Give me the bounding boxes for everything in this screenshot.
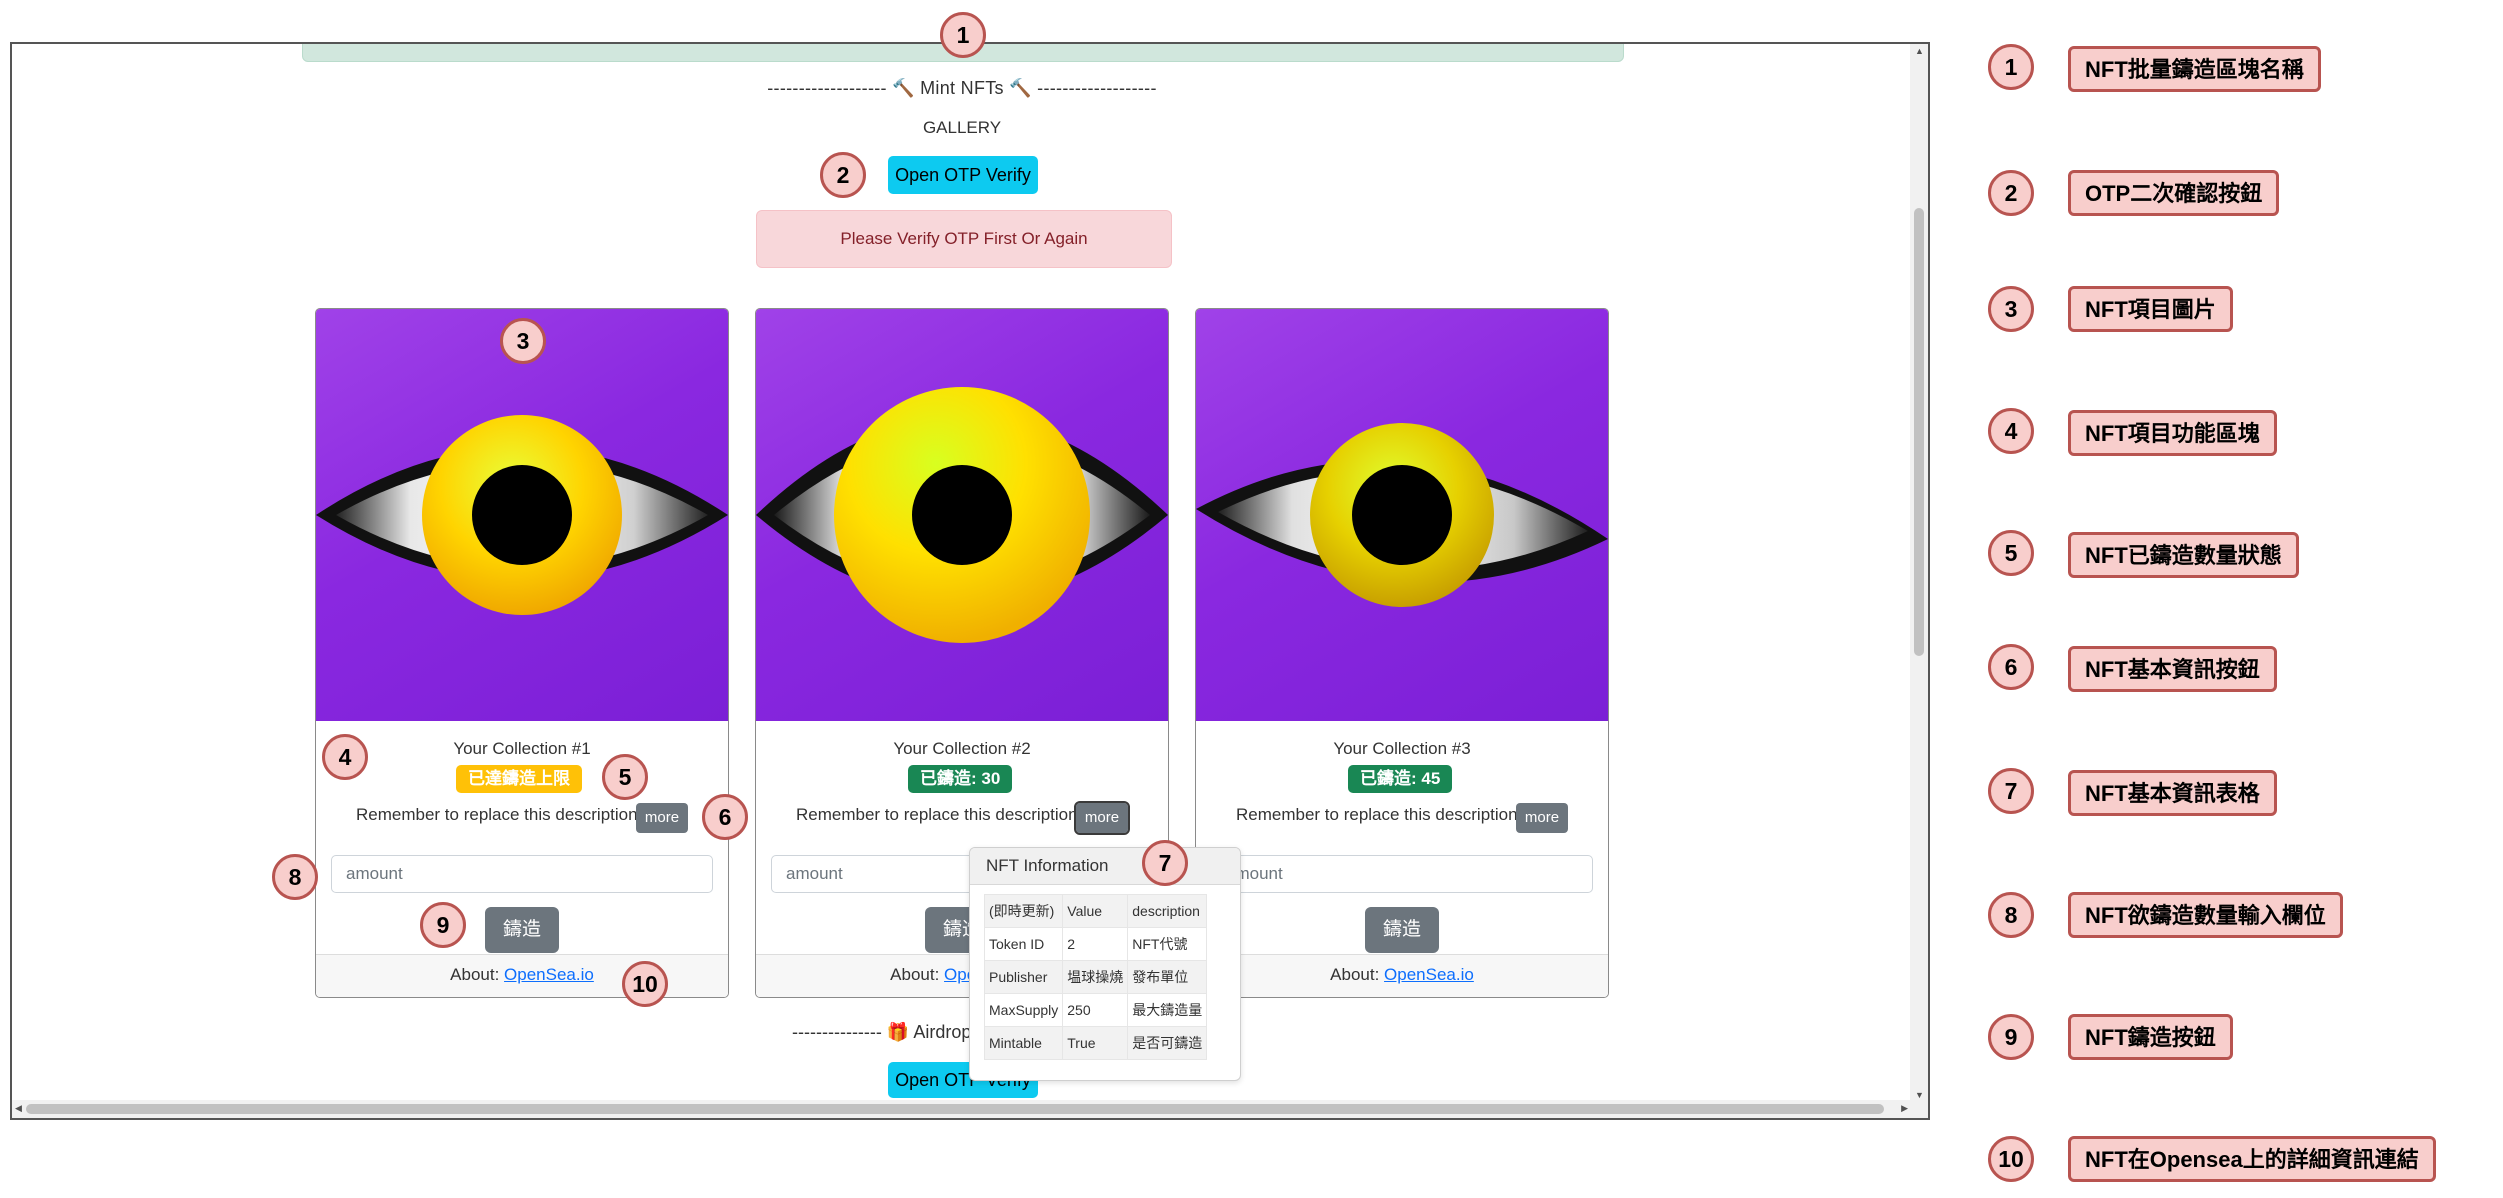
collection-description: Remember to replace this description bbox=[796, 805, 1078, 824]
card-footer: About: OpenSea.io bbox=[1196, 954, 1608, 997]
table-cell: Token ID bbox=[983, 927, 1064, 961]
horizontal-scrollbar[interactable]: ◀ ▶ bbox=[12, 1100, 1928, 1118]
nft-image-2 bbox=[756, 309, 1168, 721]
annotation-marker-8: 8 bbox=[272, 854, 318, 900]
table-row: Mintable True 是否可鑄造 bbox=[983, 1026, 1208, 1060]
table-row: Token ID 2 NFT代號 bbox=[983, 927, 1208, 961]
vertical-scroll-thumb[interactable] bbox=[1914, 208, 1924, 656]
legend-number-5: 5 bbox=[1988, 530, 2034, 576]
legend-number-4: 4 bbox=[1988, 408, 2034, 454]
nft-image-3 bbox=[1196, 309, 1608, 721]
annotation-marker-10: 10 bbox=[622, 961, 668, 1007]
legend-label-7: NFT基本資訊表格 bbox=[2068, 770, 2277, 816]
legend-label-2: OTP二次確認按鈕 bbox=[2068, 170, 2280, 216]
more-info-button[interactable]: more bbox=[1074, 801, 1130, 835]
annotation-marker-1: 1 bbox=[940, 12, 986, 58]
table-cell: 250 bbox=[1062, 993, 1129, 1027]
airdrop-section-title: --------------- 🎁 Airdrop bbox=[792, 1022, 972, 1042]
mint-status-badge: 已達鑄造上限 bbox=[456, 765, 582, 793]
scroll-right-icon[interactable]: ▶ bbox=[1901, 1103, 1908, 1114]
nft-image-1 bbox=[316, 309, 728, 721]
mint-status-badge: 已鑄造: 30 bbox=[908, 765, 1013, 793]
scroll-left-icon[interactable]: ◀ bbox=[15, 1103, 22, 1114]
table-row: MaxSupply 250 最大鑄造量 bbox=[983, 993, 1208, 1027]
table-cell: True bbox=[1062, 1026, 1129, 1060]
collection-description: Remember to replace this description bbox=[356, 805, 638, 824]
about-label: About: bbox=[890, 965, 940, 984]
table-header-row: (即時更新) Value description bbox=[983, 894, 1208, 928]
annotation-marker-4: 4 bbox=[322, 734, 368, 780]
vertical-scrollbar[interactable]: ▲ ▼ bbox=[1910, 44, 1928, 1102]
legend-number-1: 1 bbox=[1988, 44, 2034, 90]
popover-title: NFT Information bbox=[970, 848, 1240, 885]
nft-info-popover: NFT Information (即時更新) Value description… bbox=[969, 847, 1241, 1081]
legend-label-3: NFT項目圖片 bbox=[2068, 286, 2233, 332]
table-cell: MaxSupply bbox=[983, 993, 1064, 1027]
table-cell: Publisher bbox=[983, 960, 1064, 994]
nft-info-table: (即時更新) Value description Token ID 2 NFT代… bbox=[983, 894, 1208, 1060]
annotation-marker-7: 7 bbox=[1142, 840, 1188, 886]
table-cell: 塭球操燒 bbox=[1062, 960, 1129, 994]
legend-number-10: 10 bbox=[1988, 1136, 2034, 1182]
legend-number-7: 7 bbox=[1988, 768, 2034, 814]
table-cell: NFT代號 bbox=[1127, 927, 1208, 961]
collection-title: Your Collection #3 bbox=[1333, 739, 1471, 758]
browser-viewport: ------------------- 🔨 Mint NFTs 🔨 ------… bbox=[10, 42, 1930, 1120]
more-info-button[interactable]: more bbox=[1516, 803, 1568, 833]
table-cell: 最大鑄造量 bbox=[1127, 993, 1208, 1027]
mint-button[interactable]: 鑄造 bbox=[1365, 907, 1439, 953]
mint-status-badge: 已鑄造: 45 bbox=[1348, 765, 1453, 793]
table-row: Publisher 塭球操燒 發布單位 bbox=[983, 960, 1208, 994]
mint-button[interactable]: 鑄造 bbox=[485, 907, 559, 953]
table-cell: Mintable bbox=[983, 1026, 1064, 1060]
open-otp-verify-button[interactable]: Open OTP Verify bbox=[888, 156, 1038, 194]
annotation-marker-6: 6 bbox=[702, 794, 748, 840]
legend-label-9: NFT鑄造按鈕 bbox=[2068, 1014, 2233, 1060]
table-header: Value bbox=[1062, 894, 1129, 928]
opensea-link[interactable]: OpenSea.io bbox=[1384, 965, 1474, 984]
about-label: About: bbox=[450, 965, 500, 984]
scroll-down-icon[interactable]: ▼ bbox=[1915, 1090, 1924, 1100]
about-label: About: bbox=[1330, 965, 1380, 984]
legend-number-8: 8 bbox=[1988, 892, 2034, 938]
legend-label-8: NFT欲鑄造數量輸入欄位 bbox=[2068, 892, 2343, 938]
collection-title: Your Collection #2 bbox=[893, 739, 1031, 758]
horizontal-scroll-thumb[interactable] bbox=[26, 1104, 1884, 1114]
annotation-marker-5: 5 bbox=[602, 754, 648, 800]
table-header: description bbox=[1127, 894, 1208, 928]
legend-label-1: NFT批量鑄造區塊名稱 bbox=[2068, 46, 2321, 92]
gallery-label: GALLERY bbox=[922, 118, 1002, 137]
legend-number-3: 3 bbox=[1988, 286, 2034, 332]
legend-label-6: NFT基本資訊按鈕 bbox=[2068, 646, 2277, 692]
table-cell: 是否可鑄造 bbox=[1127, 1026, 1208, 1060]
annotation-marker-9: 9 bbox=[420, 902, 466, 948]
legend-label-5: NFT已鑄造數量狀態 bbox=[2068, 532, 2299, 578]
nft-card-3: Your Collection #3 已鑄造: 45 Remember to r… bbox=[1195, 308, 1609, 998]
amount-input[interactable]: amount bbox=[331, 855, 713, 893]
table-header: (即時更新) bbox=[983, 894, 1064, 928]
table-cell: 發布單位 bbox=[1127, 960, 1208, 994]
legend-number-6: 6 bbox=[1988, 644, 2034, 690]
otp-warning-alert: Please Verify OTP First Or Again bbox=[756, 210, 1172, 268]
opensea-link[interactable]: OpenSea.io bbox=[504, 965, 594, 984]
scroll-up-icon[interactable]: ▲ bbox=[1915, 46, 1924, 56]
amount-input[interactable]: amount bbox=[1211, 855, 1593, 893]
collection-description: Remember to replace this description bbox=[1236, 805, 1518, 824]
legend-label-10: NFT在Opensea上的詳細資訊連結 bbox=[2068, 1136, 2436, 1182]
legend-number-9: 9 bbox=[1988, 1014, 2034, 1060]
annotation-marker-2: 2 bbox=[820, 152, 866, 198]
legend-number-2: 2 bbox=[1988, 170, 2034, 216]
nft-card-1: Your Collection #1 已達鑄造上限 Remember to re… bbox=[315, 308, 729, 998]
mint-section-title: ------------------- 🔨 Mint NFTs 🔨 ------… bbox=[767, 78, 1157, 98]
annotation-marker-3: 3 bbox=[500, 318, 546, 364]
legend-label-4: NFT項目功能區塊 bbox=[2068, 410, 2277, 456]
table-cell: 2 bbox=[1062, 927, 1129, 961]
collection-title: Your Collection #1 bbox=[453, 739, 591, 758]
more-info-button[interactable]: more bbox=[636, 803, 688, 833]
